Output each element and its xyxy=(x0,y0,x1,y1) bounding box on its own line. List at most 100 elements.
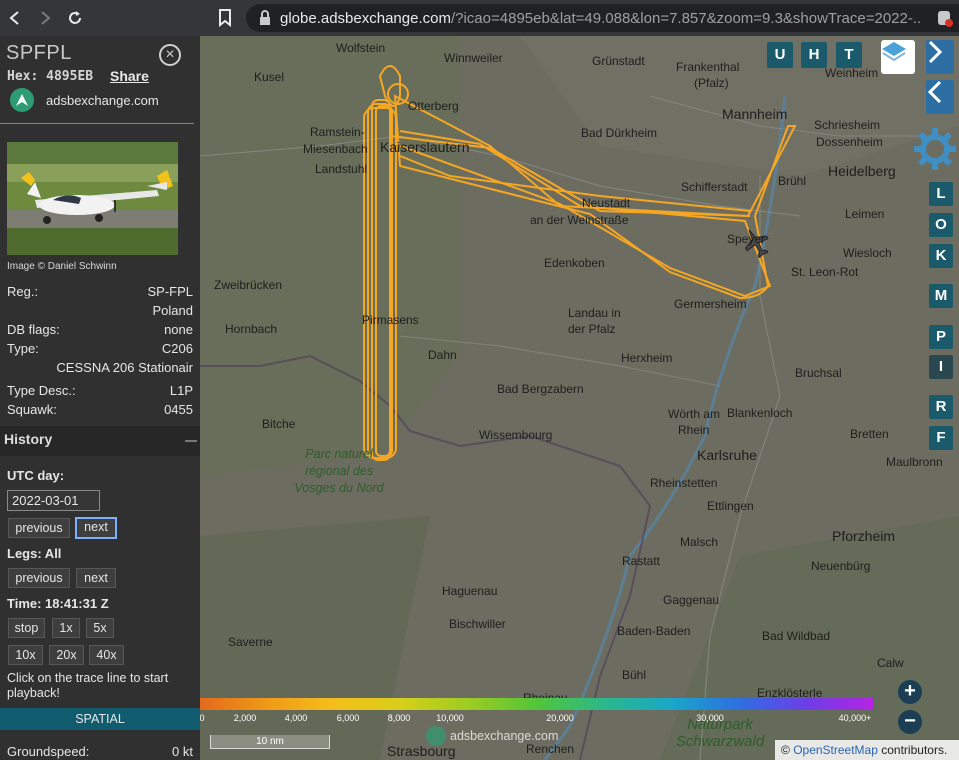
spatial-section-header[interactable]: SPATIAL xyxy=(0,708,200,730)
next-leg-button[interactable]: next xyxy=(76,568,116,588)
expand-panel-button[interactable] xyxy=(926,40,954,74)
attribution-prefix: © xyxy=(781,743,790,757)
place-label: (Pfalz) xyxy=(694,76,729,90)
place-label: Zweibrücken xyxy=(214,278,283,292)
info-label: Type Desc.: xyxy=(7,383,76,398)
aircraft-info-panel: SPFPL × Hex: 4895EB Share adsbexchange.c… xyxy=(0,36,200,760)
toggle-t-button[interactable]: T xyxy=(836,42,862,68)
extension-icon[interactable] xyxy=(937,9,953,32)
previous-leg-button[interactable]: previous xyxy=(8,568,70,588)
place-label: Pforzheim xyxy=(832,528,896,544)
speed-5x-button[interactable]: 5x xyxy=(86,618,114,638)
watermark-text: adsbexchange.com xyxy=(450,729,559,743)
toggle-f-button[interactable]: F xyxy=(929,426,953,450)
info-row-country: Poland xyxy=(7,303,193,318)
url-path: /?icao=4895eb&lat=49.088&lon=7.857&zoom=… xyxy=(450,9,921,27)
previous-day-button[interactable]: previous xyxy=(8,518,70,538)
toggle-r-button[interactable]: R xyxy=(929,395,953,419)
date-input[interactable]: 2022-03-01 xyxy=(7,490,100,511)
place-label: Saverne xyxy=(228,635,273,649)
altitude-tick-label: 30,000 xyxy=(696,713,724,723)
forward-icon[interactable] xyxy=(30,0,60,36)
info-row-groundspeed: Groundspeed: 0 kt xyxy=(7,744,193,759)
adsbx-site-link[interactable]: adsbexchange.com xyxy=(10,88,159,112)
settings-button[interactable] xyxy=(912,126,958,172)
toggle-l-button[interactable]: L xyxy=(929,182,953,206)
speed-10x-button[interactable]: 10x xyxy=(8,645,43,665)
openstreetmap-link[interactable]: OpenStreetMap xyxy=(793,743,878,757)
time-label: Time: 18:41:31 Z xyxy=(7,596,109,611)
place-label: Calw xyxy=(877,656,904,670)
aircraft-photo[interactable] xyxy=(7,142,178,255)
bookmark-icon[interactable] xyxy=(218,9,232,32)
place-label: Bretten xyxy=(850,427,889,441)
adsbx-logo-icon xyxy=(10,88,34,112)
back-icon[interactable] xyxy=(0,0,30,36)
info-value: SP-FPL xyxy=(147,284,193,299)
map-canvas[interactable]: Wolfstein Winnweiler Grünstadt Frankenth… xyxy=(200,36,959,760)
toggle-p-button[interactable]: P xyxy=(929,325,953,349)
speed-1x-button[interactable]: 1x xyxy=(52,618,80,638)
place-label: Wiesloch xyxy=(843,246,892,260)
place-label: Speyer xyxy=(727,232,766,246)
adsbx-site-name: adsbexchange.com xyxy=(46,92,159,108)
collapse-panel-button[interactable] xyxy=(926,80,954,114)
place-label: Hornbach xyxy=(225,322,278,336)
place-label: an der Weinstraße xyxy=(530,213,629,227)
place-label: Otterberg xyxy=(408,99,459,113)
altitude-tick-label: 2,000 xyxy=(233,713,257,723)
toggle-k-button[interactable]: K xyxy=(929,244,953,268)
place-label: Neustadt xyxy=(582,196,631,210)
hex-label: Hex: xyxy=(7,69,39,84)
place-label: Bruchsal xyxy=(795,366,842,380)
history-section-header[interactable]: History xyxy=(0,426,200,456)
info-label: Reg.: xyxy=(7,284,39,299)
toggle-o-button[interactable]: O xyxy=(929,213,953,237)
photo-credit: Image © Daniel Schwinn xyxy=(7,261,117,272)
place-label: Schriesheim xyxy=(814,118,881,132)
place-label: Ramstein- xyxy=(310,125,365,139)
info-row-type-desc: Type Desc.: L1P xyxy=(7,383,193,398)
speed-20x-button[interactable]: 20x xyxy=(49,645,84,665)
place-label: Grünstadt xyxy=(592,54,645,68)
place-label: St. Leon-Rot xyxy=(791,265,859,279)
attribution-suffix: contributors. xyxy=(881,743,948,757)
toggle-m-button[interactable]: M xyxy=(929,284,953,308)
info-value: none xyxy=(164,322,193,337)
toggle-units-button[interactable]: U xyxy=(767,42,793,68)
adsbx-watermark-icon xyxy=(426,726,446,746)
reload-icon[interactable] xyxy=(60,0,90,36)
toggle-h-button[interactable]: H xyxy=(801,42,827,68)
close-panel-button[interactable]: × xyxy=(159,44,181,66)
address-bar[interactable]: globe.adsbexchange.com/?icao=4895eb&lat=… xyxy=(246,4,959,32)
layers-icon xyxy=(882,42,906,62)
chevron-right-icon xyxy=(928,40,943,64)
info-row-db-flags: DB flags: none xyxy=(7,322,193,337)
place-label: Dossenheim xyxy=(816,135,883,149)
share-link[interactable]: Share xyxy=(110,68,149,84)
divider xyxy=(0,123,194,124)
park-label: Parc naturel régional des Vosges du Nord xyxy=(294,447,384,495)
info-row-squawk: Squawk: 0455 xyxy=(7,402,193,417)
playback-hint: Click on the trace line to start playbac… xyxy=(7,671,169,700)
collapse-icon[interactable] xyxy=(185,440,197,442)
info-value: CESSNA 206 Stationair xyxy=(56,360,193,375)
speed-40x-button[interactable]: 40x xyxy=(89,645,124,665)
info-row-type-name: CESSNA 206 Stationair xyxy=(7,360,193,375)
altitude-tick-label: 20,000 xyxy=(546,713,574,723)
place-label: Frankenthal xyxy=(676,60,740,74)
browser-toolbar: globe.adsbexchange.com/?icao=4895eb&lat=… xyxy=(0,0,959,36)
toggle-i-button[interactable]: I xyxy=(929,355,953,379)
altitude-tick-label: 40,000+ xyxy=(838,713,872,723)
info-label: Type: xyxy=(7,341,39,356)
stop-button[interactable]: stop xyxy=(8,618,45,638)
zoom-in-button[interactable]: + xyxy=(898,680,922,704)
place-label: Landau in xyxy=(568,306,621,320)
place-label: Wolfstein xyxy=(336,41,386,55)
place-label: Herxheim xyxy=(621,351,673,365)
zoom-out-button[interactable]: − xyxy=(898,710,922,734)
altitude-tick-label: 8,000 xyxy=(387,713,411,723)
layers-button[interactable] xyxy=(881,40,915,74)
next-day-button[interactable]: next xyxy=(75,517,117,539)
place-label: Neuenbürg xyxy=(811,559,871,573)
